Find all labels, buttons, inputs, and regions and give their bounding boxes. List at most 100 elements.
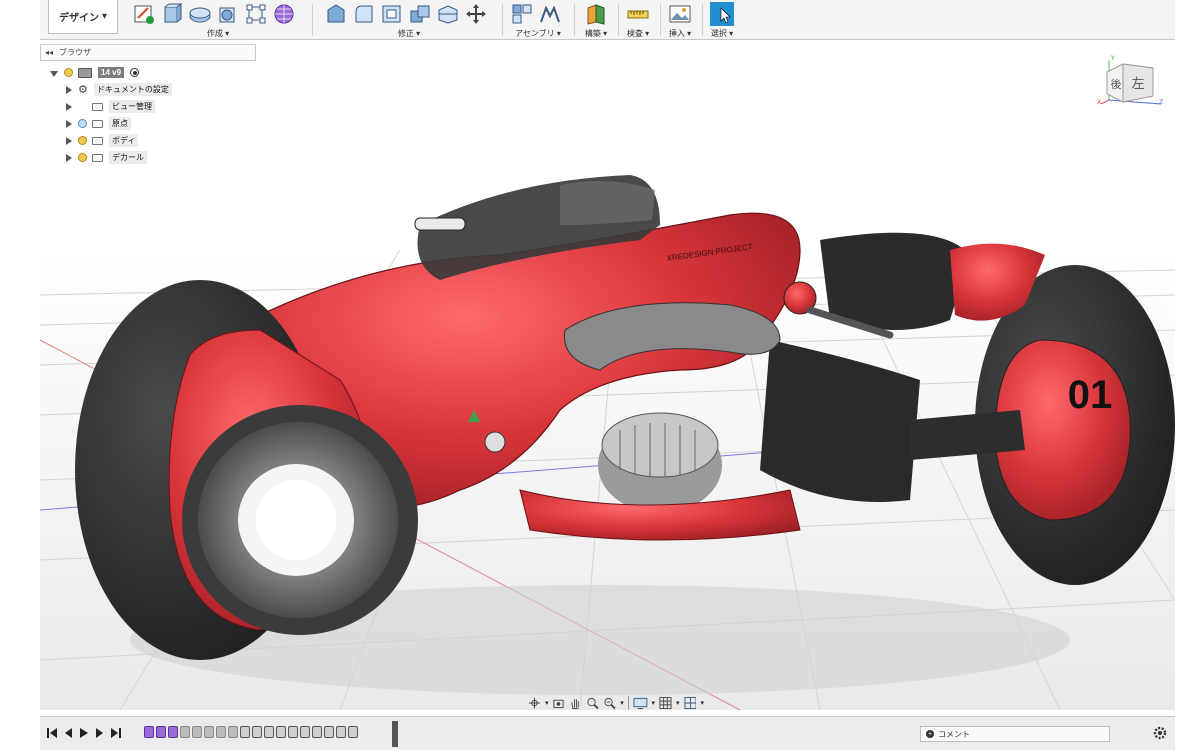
- display-settings-icon[interactable]: [633, 696, 648, 710]
- timeline-feature-body[interactable]: [228, 726, 238, 738]
- activate-radio-icon[interactable]: [130, 68, 140, 77]
- tree-root[interactable]: 14 v9: [50, 64, 250, 81]
- browser-panel-header[interactable]: ◂◂ ブラウザ: [40, 44, 256, 61]
- tree-item[interactable]: ボディ: [50, 132, 250, 149]
- gear-icon[interactable]: [1152, 725, 1168, 741]
- document-icon: [78, 67, 92, 78]
- timeline-feature-body[interactable]: [192, 726, 202, 738]
- chevron-down-icon[interactable]: ▾: [676, 699, 680, 707]
- collapse-icon[interactable]: ◂◂: [45, 48, 53, 57]
- extrude-icon[interactable]: [160, 2, 184, 26]
- revolve-icon[interactable]: [188, 2, 212, 26]
- tree-item-label: ビュー管理: [109, 100, 155, 113]
- tree-item[interactable]: ビュー管理: [50, 98, 250, 115]
- timeline-feature-decal[interactable]: [276, 726, 286, 738]
- construct-group-label: 構築: [584, 29, 601, 38]
- visibility-bulb-icon[interactable]: [78, 119, 87, 128]
- sketch-icon[interactable]: [132, 2, 156, 26]
- new-component-icon[interactable]: [510, 2, 534, 26]
- chevron-down-icon[interactable]: ▾: [652, 699, 656, 707]
- timeline-feature-decal[interactable]: [264, 726, 274, 738]
- tree-item[interactable]: デカール: [50, 149, 250, 166]
- timeline-feature-body[interactable]: [204, 726, 214, 738]
- zoom-icon[interactable]: [586, 696, 600, 710]
- timeline-feature-decal[interactable]: [324, 726, 334, 738]
- tree-item[interactable]: ⚙ ドキュメントの設定: [50, 81, 250, 98]
- expand-arrow-icon[interactable]: [66, 136, 72, 145]
- shell-icon[interactable]: [380, 2, 404, 26]
- browser-title: ブラウザ: [59, 48, 92, 57]
- axis-x-label: X: [1097, 99, 1101, 106]
- visibility-bulb-icon[interactable]: [78, 136, 87, 145]
- offset-plane-icon[interactable]: [584, 2, 608, 26]
- tree-item-label: ボディ: [109, 134, 139, 147]
- assemble-group-label: アセンブリ: [515, 29, 555, 38]
- modify-group: 修正 ▾: [324, 0, 494, 40]
- chevron-down-icon: ▾: [101, 11, 108, 22]
- timeline-feature-decal[interactable]: [348, 726, 358, 738]
- visibility-bulb-icon[interactable]: [64, 68, 73, 77]
- tree-item[interactable]: 原点: [50, 115, 250, 132]
- insert-image-icon[interactable]: [668, 2, 692, 26]
- viewports-icon[interactable]: [683, 696, 697, 710]
- timeline-feature-decal[interactable]: [312, 726, 322, 738]
- play-icon[interactable]: [78, 727, 90, 739]
- step-forward-icon[interactable]: [94, 727, 106, 739]
- pan-hand-icon[interactable]: [569, 696, 582, 710]
- navbar-divider: [627, 696, 629, 710]
- timeline-feature-decal[interactable]: [240, 726, 250, 738]
- timeline-marker[interactable]: [392, 721, 398, 747]
- look-at-icon[interactable]: [552, 696, 565, 710]
- gear-icon: ⚙: [78, 84, 88, 96]
- timeline-feature-decal[interactable]: [300, 726, 310, 738]
- expand-arrow-icon[interactable]: [66, 119, 72, 128]
- expand-arrow-icon[interactable]: [66, 102, 72, 111]
- expand-arrow-icon[interactable]: [66, 153, 72, 162]
- expand-arrow-icon[interactable]: [50, 70, 58, 77]
- root-label: 14 v9: [98, 67, 125, 78]
- chevron-down-icon[interactable]: ▾: [620, 699, 624, 707]
- go-to-start-icon[interactable]: [46, 727, 58, 739]
- comment-field[interactable]: + コメント: [920, 726, 1110, 742]
- workspace-switcher[interactable]: デザイン ▾: [48, 0, 118, 34]
- timeline-feature-body[interactable]: [216, 726, 226, 738]
- timeline-feature-decal[interactable]: [336, 726, 346, 738]
- chevron-down-icon[interactable]: ▾: [545, 699, 549, 707]
- select-arrow-icon[interactable]: [710, 2, 734, 26]
- timeline-feature-decal[interactable]: [252, 726, 262, 738]
- move-icon[interactable]: [464, 2, 488, 26]
- sweep-icon[interactable]: [216, 2, 240, 26]
- fit-icon[interactable]: [603, 696, 617, 710]
- view-cube[interactable]: 後 左 Y X Z: [1097, 52, 1165, 112]
- timeline-feature-form[interactable]: [168, 726, 178, 738]
- axis-y-label: Y: [1110, 55, 1115, 62]
- split-body-icon[interactable]: [436, 2, 460, 26]
- step-back-icon[interactable]: [62, 727, 74, 739]
- view-cube-back-face[interactable]: 後: [1111, 77, 1122, 91]
- timeline-feature-decal[interactable]: [288, 726, 298, 738]
- chevron-down-icon[interactable]: ▾: [700, 699, 704, 707]
- press-pull-icon[interactable]: [324, 2, 348, 26]
- fillet-icon[interactable]: [352, 2, 376, 26]
- browser-tree: 14 v9 ⚙ ドキュメントの設定 ビュー管理 原点 ボディ デカール: [50, 64, 250, 166]
- view-cube-left-face[interactable]: 左: [1131, 77, 1144, 92]
- comment-placeholder: コメント: [938, 729, 970, 739]
- create-group: 作成 ▾: [132, 0, 304, 40]
- timeline-feature-form[interactable]: [156, 726, 166, 738]
- loft-icon[interactable]: [244, 2, 268, 26]
- assemble-group: アセンブリ ▾: [510, 0, 566, 40]
- timeline-feature-form[interactable]: [144, 726, 154, 738]
- grid-settings-icon[interactable]: [659, 696, 672, 710]
- joint-icon[interactable]: [538, 2, 562, 26]
- orbit-icon[interactable]: [528, 696, 541, 710]
- measure-icon[interactable]: [626, 2, 650, 26]
- go-to-end-icon[interactable]: [110, 727, 122, 739]
- visibility-bulb-icon[interactable]: [78, 153, 87, 162]
- add-comment-icon[interactable]: +: [926, 730, 934, 738]
- form-icon[interactable]: [272, 2, 296, 26]
- expand-arrow-icon[interactable]: [66, 85, 72, 94]
- insert-group-label: 挿入: [668, 29, 685, 38]
- timeline-feature-sketch[interactable]: [180, 726, 190, 738]
- combine-icon[interactable]: [408, 2, 432, 26]
- toolbar-divider: [660, 4, 661, 36]
